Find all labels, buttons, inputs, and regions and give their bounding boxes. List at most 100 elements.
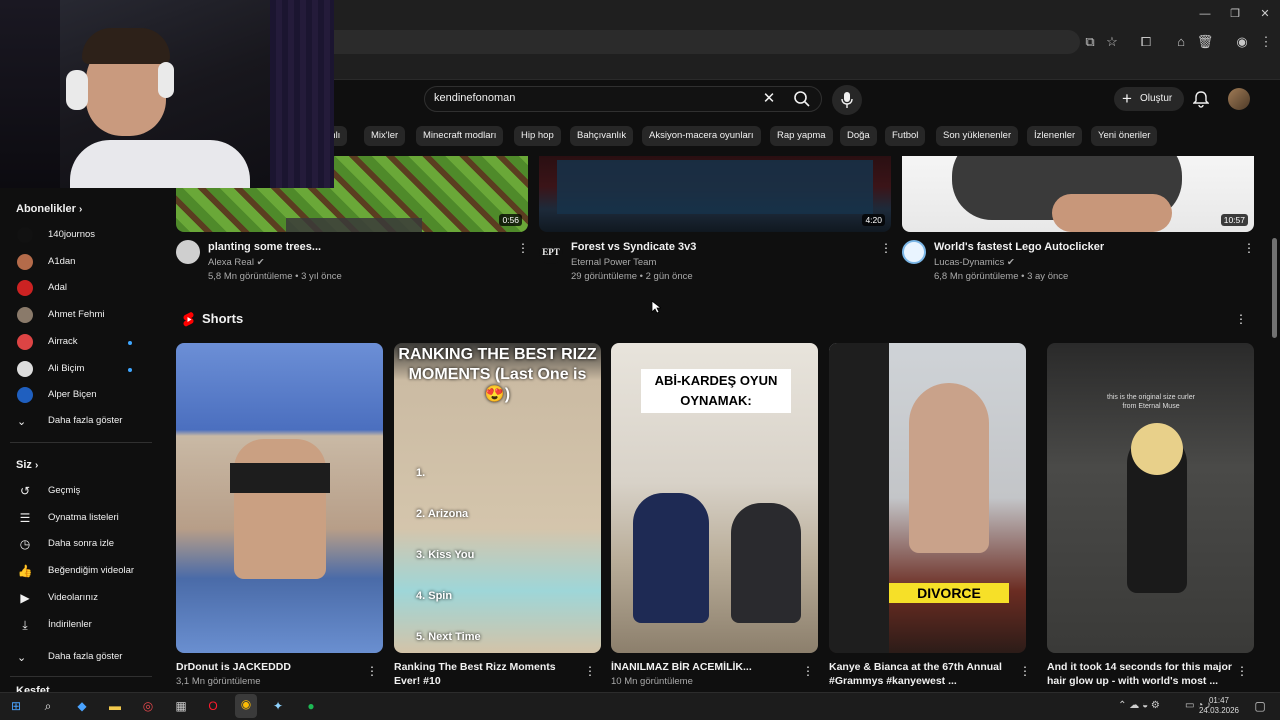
clear-search-icon[interactable]: ✕ xyxy=(758,88,780,110)
video-title[interactable]: Forest vs Syndicate 3v3 xyxy=(571,241,696,253)
more-options-icon[interactable]: ⋮ xyxy=(1236,665,1248,677)
chip-7[interactable]: Doğa xyxy=(840,126,877,146)
shorts-heading: Shorts xyxy=(202,311,244,326)
page-scrollbar[interactable] xyxy=(1272,238,1277,338)
subscription-item[interactable]: Ali Biçim xyxy=(0,357,160,383)
chip-10[interactable]: İzlenenler xyxy=(1027,126,1083,146)
sidebar-item-label: Beğendiğim videolar xyxy=(48,565,135,577)
channel-name[interactable]: Alexa Real ✔ xyxy=(208,257,265,268)
subscriptions-heading[interactable]: Abonelikler › xyxy=(16,203,82,215)
channel-avatar[interactable]: EPT xyxy=(539,240,563,264)
video-title[interactable]: World's fastest Lego Autoclicker xyxy=(934,241,1104,253)
calculator-icon[interactable]: ▦ xyxy=(171,696,191,716)
shorts-logo-icon xyxy=(183,312,194,327)
sidebar-item-label: Videolarınız xyxy=(48,591,98,603)
app-icon[interactable]: ✦ xyxy=(268,696,288,716)
notification-center-icon[interactable]: ▢ xyxy=(1250,696,1270,716)
short-title[interactable]: And it took 14 seconds for this major ha… xyxy=(1047,660,1232,688)
spotify-icon[interactable]: ● xyxy=(301,696,321,716)
short-caption: this is the original size curler from Et… xyxy=(1107,394,1195,410)
short-thumbnail[interactable]: RANKING THE BEST RIZZ MOMENTS (Last One … xyxy=(394,343,601,653)
subscription-label: Ali Biçim xyxy=(48,362,85,374)
more-options-icon[interactable]: ⋮ xyxy=(1243,242,1255,254)
subscription-item[interactable]: Adal xyxy=(0,276,160,302)
account-avatar[interactable] xyxy=(1228,88,1250,110)
clock[interactable]: 01:47 24.03.2026 xyxy=(1198,696,1240,716)
extensions-icon[interactable]: ⧠ xyxy=(1132,28,1160,56)
sidebar-item[interactable]: ☰ Oynatma listeleri xyxy=(0,506,160,532)
opera-icon[interactable]: O xyxy=(203,696,223,716)
chip-3[interactable]: Hip hop xyxy=(514,126,561,146)
restore-icon[interactable]: ❐ xyxy=(1218,0,1252,28)
video-thumbnail[interactable]: 4:20 xyxy=(539,156,891,232)
channel-name[interactable]: Lucas-Dynamics ✔ xyxy=(934,257,1015,268)
system-tray[interactable]: ⌃ ☁ ◒ ⚙ xyxy=(1104,696,1174,716)
address-bar[interactable] xyxy=(300,30,1080,54)
more-options-icon[interactable]: ⋮ xyxy=(366,665,378,677)
short-title[interactable]: İNANILMAZ BİR ACEMİLİK... xyxy=(611,660,801,674)
subscription-item[interactable]: Alper Biçen xyxy=(0,383,160,409)
sidebar: Abonelikler › 140journos A1dan Adal Ahmet F… xyxy=(0,188,160,697)
more-options-icon[interactable]: ⋮ xyxy=(880,242,892,254)
app-icon[interactable]: ◆ xyxy=(72,696,92,716)
voice-search-button[interactable] xyxy=(832,85,862,115)
you-show-more[interactable]: ⌄ Daha fazla göster xyxy=(0,645,160,671)
browser-menu-icon[interactable]: ⋮ xyxy=(1252,28,1280,56)
person xyxy=(633,493,709,623)
video-stats: 29 görüntüleme • 2 gün önce xyxy=(571,271,693,282)
subscriptions-show-more[interactable]: ⌄ Daha fazla göster xyxy=(0,409,160,435)
more-options-icon[interactable]: ⋮ xyxy=(584,665,596,677)
chip-8[interactable]: Futbol xyxy=(885,126,926,146)
chip-4[interactable]: Bahçıvanlık xyxy=(570,126,634,146)
file-explorer-icon[interactable]: ▬ xyxy=(105,696,125,716)
short-thumbnail[interactable]: DIVORCE xyxy=(829,343,1026,653)
short-title[interactable]: Ranking The Best Rizz Moments Ever! #10 xyxy=(394,660,584,688)
sidebar-item-label: Geçmiş xyxy=(48,485,81,496)
subscription-label: Airrack xyxy=(48,335,78,347)
short-views: 10 Mn görüntüleme xyxy=(611,676,693,687)
subscription-item[interactable]: Airrack xyxy=(0,330,160,356)
chip-6[interactable]: Rap yapma xyxy=(770,126,833,146)
sidebar-item[interactable]: ◷ Daha sonra izle xyxy=(0,532,160,558)
video-title[interactable]: planting some trees... xyxy=(208,241,321,253)
subscription-item[interactable]: 140journos xyxy=(0,223,160,249)
trash-icon[interactable]: 🗑 xyxy=(1191,28,1219,56)
bookmark-star-icon[interactable]: ☆ xyxy=(1098,28,1126,56)
subscription-item[interactable]: A1dan xyxy=(0,250,160,276)
subscription-item[interactable]: Ahmet Fehmi xyxy=(0,303,160,329)
channel-avatar[interactable] xyxy=(902,240,926,264)
more-options-icon[interactable]: ⋮ xyxy=(1019,665,1031,677)
search-query[interactable]: kendinefonoman xyxy=(434,92,515,104)
chip-5[interactable]: Aksiyon-macera oyunları xyxy=(642,126,761,146)
short-title[interactable]: DrDonut is JACKEDDD xyxy=(176,660,366,674)
app-icon[interactable]: ◎ xyxy=(138,696,158,716)
plus-icon: + xyxy=(1122,89,1132,108)
you-heading[interactable]: Siz › xyxy=(16,459,38,471)
short-title[interactable]: Kanye & Bianca at the 67th Annual #Gramm… xyxy=(829,660,1009,688)
close-window-icon[interactable]: ✕ xyxy=(1248,0,1280,28)
shorts-more-icon[interactable]: ⋮ xyxy=(1235,313,1247,325)
search-button[interactable] xyxy=(786,88,818,110)
chrome-icon[interactable]: ◉ xyxy=(235,694,257,718)
search-icon[interactable]: ⌕ xyxy=(38,696,58,716)
sidebar-item[interactable]: ↺ Geçmiş xyxy=(0,479,160,505)
notifications-button[interactable] xyxy=(1190,87,1212,111)
short-thumbnail[interactable] xyxy=(176,343,383,653)
short-thumbnail[interactable]: ABİ-KARDEŞ OYUN OYNAMAK: xyxy=(611,343,818,653)
chip-2[interactable]: Minecraft modları xyxy=(416,126,504,146)
video-thumbnail[interactable]: 10:57 xyxy=(902,156,1254,232)
chip-11[interactable]: Yeni öneriler xyxy=(1091,126,1158,146)
channel-avatar[interactable] xyxy=(176,240,200,264)
sidebar-item[interactable]: ▶ Videolarınız xyxy=(0,586,160,612)
minimize-icon[interactable]: — xyxy=(1188,0,1222,28)
short-thumbnail[interactable]: this is the original size curler from Et… xyxy=(1047,343,1254,653)
more-options-icon[interactable]: ⋮ xyxy=(517,242,529,254)
windows-start-icon[interactable]: ⊞ xyxy=(6,696,26,716)
more-options-icon[interactable]: ⋮ xyxy=(802,665,814,677)
channel-name[interactable]: Eternal Power Team xyxy=(571,257,656,268)
short-views: 3,1 Mn görüntüleme xyxy=(176,676,261,687)
sidebar-item[interactable]: 👍 Beğendiğim videolar xyxy=(0,559,160,585)
sidebar-item[interactable]: ⤓ İndirilenler xyxy=(0,613,160,639)
chip-9[interactable]: Son yüklenenler xyxy=(936,126,1019,146)
chip-1[interactable]: Mix'ler xyxy=(364,126,406,146)
